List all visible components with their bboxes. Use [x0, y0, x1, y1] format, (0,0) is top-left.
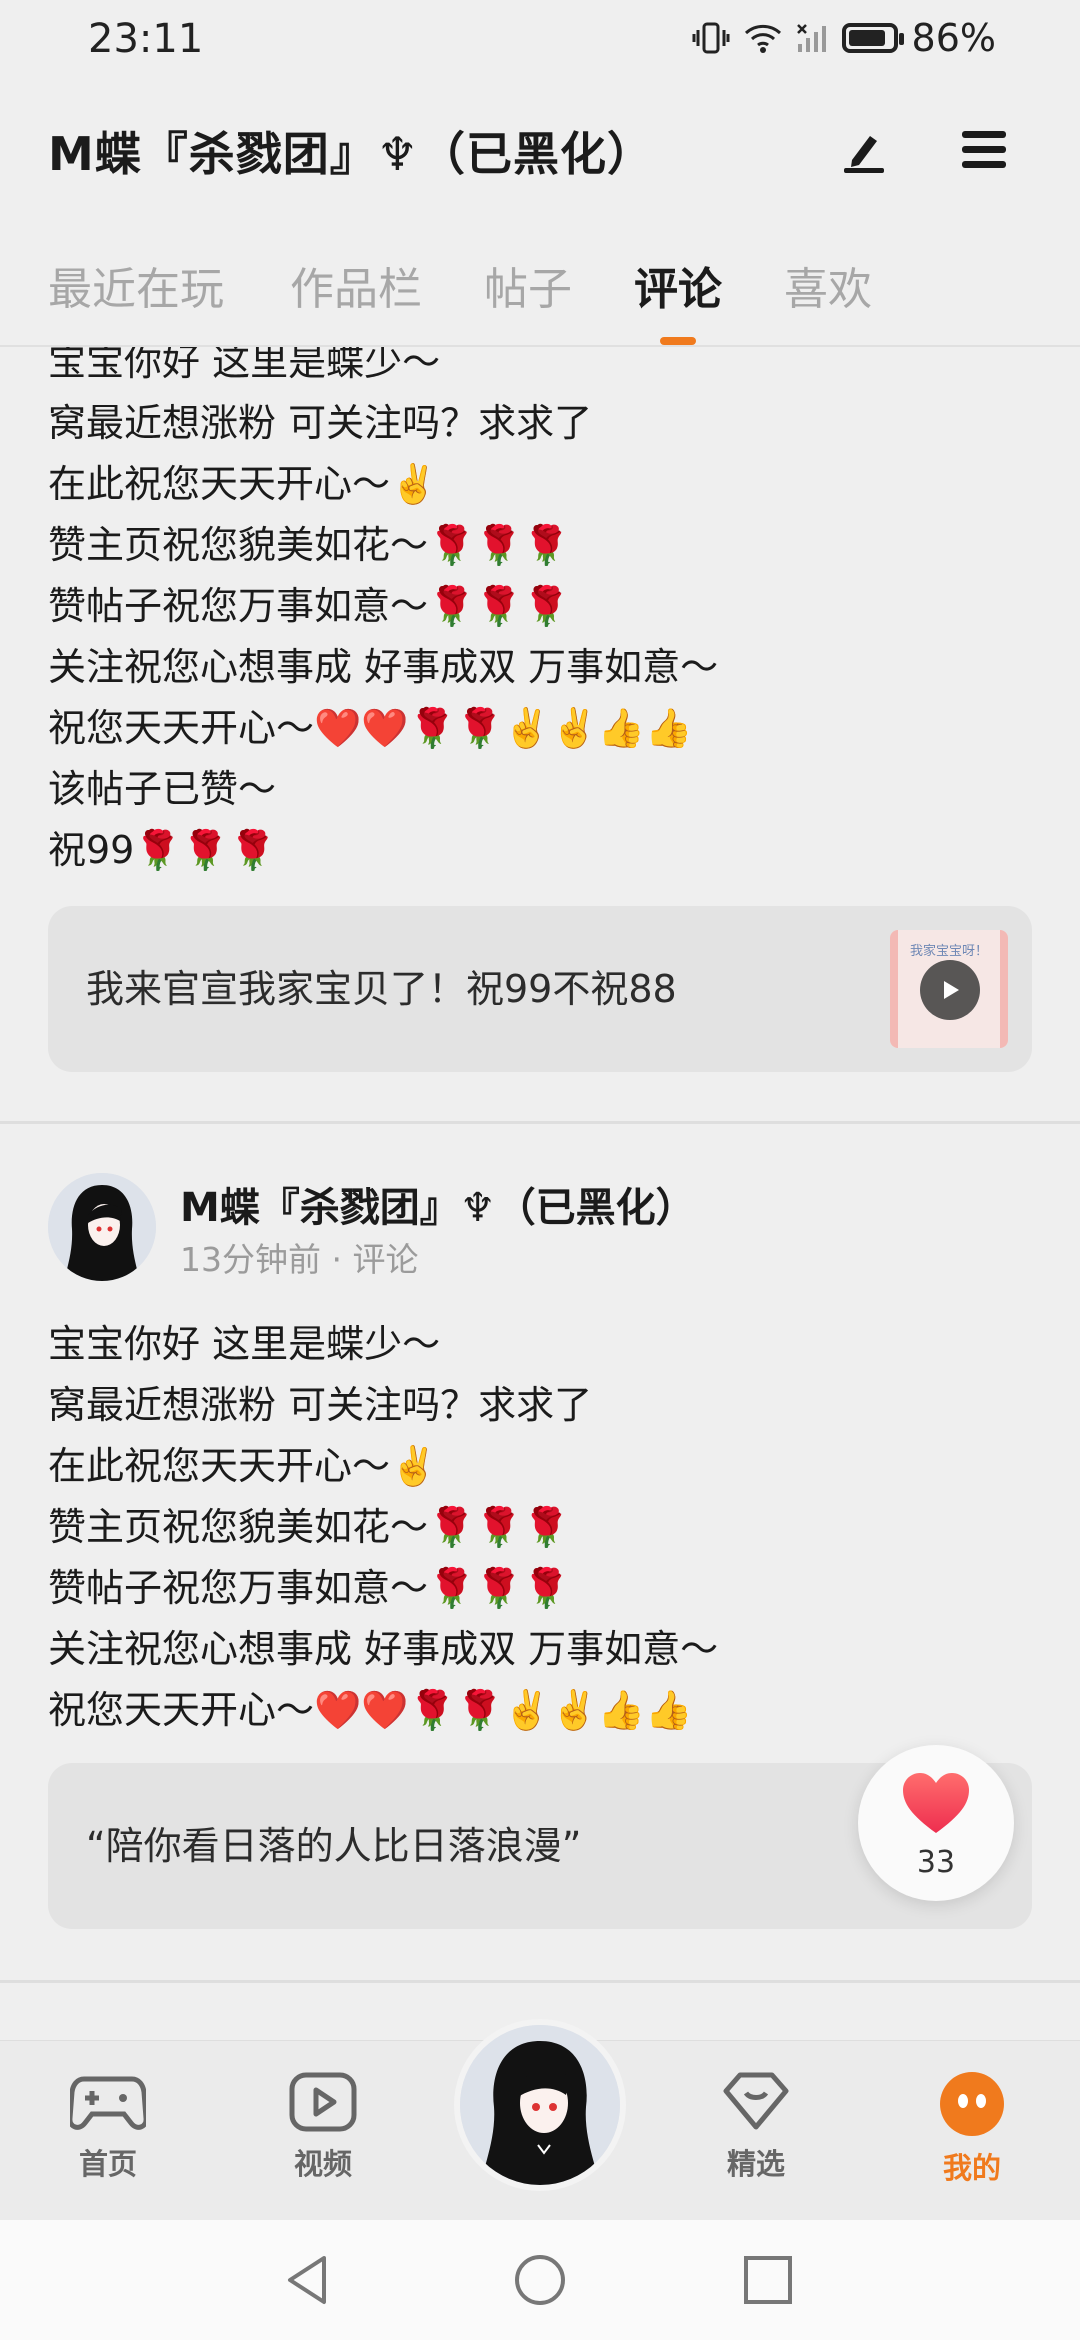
gamepad-icon [67, 2076, 149, 2130]
post-line: 窝最近想涨粉 可关注吗？求求了 [48, 401, 593, 445]
video-thumbnail[interactable]: 我家宝宝呀！ [890, 930, 1008, 1048]
edit-button[interactable] [832, 118, 896, 182]
post-line: 宝宝你好 这里是蝶少～ [48, 347, 441, 384]
avatar[interactable] [48, 1173, 156, 1281]
post-line: 该帖子已赞～ [48, 767, 277, 811]
status-bar: 23:11 86% [0, 0, 1080, 84]
post-line: 赞主页祝您貌美如花～🌹🌹🌹 [48, 523, 570, 567]
post-time: 13分钟前 [180, 1240, 321, 1279]
thumbnail-caption: 我家宝宝呀！ [909, 944, 988, 959]
video-play-icon [289, 2072, 357, 2132]
post-line: 祝99🌹🌹🌹 [48, 828, 277, 872]
recents-icon[interactable] [738, 2250, 798, 2310]
tab-comments[interactable]: 评论 [634, 253, 722, 317]
post-line: 窝最近想涨粉 可关注吗？求求了 [48, 1383, 593, 1427]
post-divider [0, 1121, 1080, 1124]
nav-label: 精选 [726, 2147, 785, 2181]
nav-featured[interactable]: 精选 [686, 2071, 826, 2183]
status-icons: 86% [692, 16, 996, 60]
tab-likes[interactable]: 喜欢 [784, 253, 872, 317]
profile-title: M蝶『杀戮团』♆（已黑化） [48, 127, 655, 181]
profile-tabs: 最近在玩 作品栏 帖子 评论 喜欢 [0, 235, 1080, 345]
home-icon[interactable] [510, 2250, 570, 2310]
back-icon[interactable] [278, 2250, 338, 2310]
post-line: 在此祝您天天开心～✌️ [48, 462, 438, 506]
nav-label: 首页 [78, 2147, 137, 2181]
post-line: 赞主页祝您貌美如花～🌹🌹🌹 [48, 1505, 570, 1549]
quoted-post-text: 我来官宣我家宝贝了！祝99不祝88 [86, 967, 677, 1011]
nav-video[interactable]: 视频 [253, 2071, 393, 2183]
post-line: 宝宝你好 这里是蝶少～ [48, 1322, 441, 1366]
bottom-nav: 首页 视频 精选 我的 [0, 2019, 1080, 2221]
tab-works[interactable]: 作品栏 [290, 253, 422, 317]
status-time: 23:11 [88, 16, 204, 62]
menu-icon [962, 131, 1006, 168]
post-meta: 13分钟前 · 评论 [180, 1233, 418, 1281]
quoted-post-text: “陪你看日落的人比日落浪漫” [86, 1824, 582, 1868]
like-count: 33 [916, 1845, 956, 1880]
nav-me[interactable]: 我的 [902, 2071, 1042, 2187]
post-line: 在此祝您天天开心～✌️ [48, 1444, 438, 1488]
post-body: 宝宝你好 这里是蝶少～ 窝最近想涨粉 可关注吗？求求了 在此祝您天天开心～✌️ … [48, 1314, 718, 1741]
play-icon [920, 960, 980, 1020]
post-line: 祝您天天开心～❤️❤️🌹🌹✌️✌️👍👍 [48, 706, 693, 750]
post-line: 关注祝您心想事成 好事成双 万事如意～ [48, 645, 719, 689]
tab-posts[interactable]: 帖子 [484, 253, 572, 317]
menu-button[interactable] [952, 118, 1016, 182]
signal-off-icon [796, 24, 826, 52]
tab-recent[interactable]: 最近在玩 [48, 253, 224, 317]
post-type: 评论 [352, 1240, 419, 1279]
system-nav-bar [0, 2220, 1080, 2340]
post-line: 关注祝您心想事成 好事成双 万事如意～ [48, 1627, 719, 1671]
nav-home[interactable]: 首页 [38, 2071, 178, 2183]
author-name[interactable]: M蝶『杀戮团』♆（已黑化） [180, 1175, 696, 1233]
meta-separator: · [331, 1240, 353, 1279]
quoted-post-card[interactable]: 我来官宣我家宝贝了！祝99不祝88 我家宝宝呀！ [48, 906, 1032, 1072]
profile-header: M蝶『杀戮团』♆（已黑化） [0, 100, 1080, 200]
post-line: 祝您天天开心～❤️❤️🌹🌹✌️✌️👍👍 [48, 1688, 693, 1732]
battery-icon [841, 23, 904, 53]
vibrate-icon [692, 22, 730, 54]
active-tab-indicator [660, 337, 696, 345]
nav-label: 视频 [293, 2147, 352, 2181]
center-avatar[interactable] [454, 2019, 626, 2191]
face-icon [940, 2072, 1004, 2136]
wifi-icon [744, 24, 781, 53]
nav-label: 我的 [942, 2151, 1001, 2185]
heart-icon [903, 1773, 969, 1833]
battery-percent: 86% [911, 16, 996, 60]
heart-badge-icon [723, 2072, 789, 2130]
post-line: 赞帖子祝您万事如意～🌹🌹🌹 [48, 584, 570, 628]
pen-icon [844, 136, 884, 173]
post-body: 宝宝你好 这里是蝶少～ 窝最近想涨粉 可关注吗？求求了 在此祝您天天开心～✌️ … [48, 347, 718, 881]
post-line: 赞帖子祝您万事如意～🌹🌹🌹 [48, 1566, 570, 1610]
post-divider [0, 1980, 1080, 1983]
like-button[interactable]: 33 [858, 1745, 1014, 1901]
